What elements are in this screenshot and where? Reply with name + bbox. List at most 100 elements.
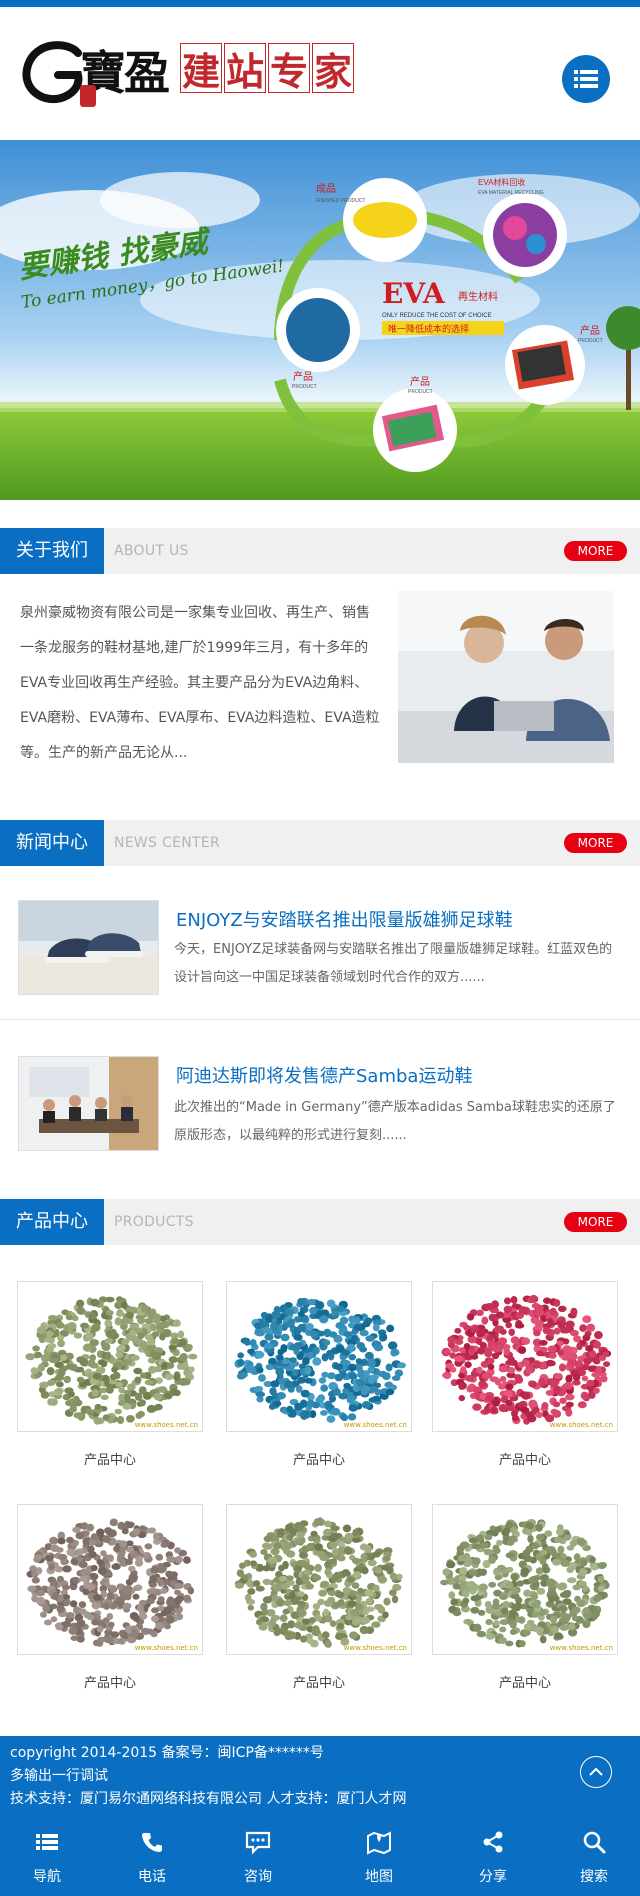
news-title[interactable]: 新闻中心 <box>0 820 104 866</box>
footer-copyright: copyright 2014-2015 备案号：闽ICP备******号 <box>10 1745 324 1761</box>
banner-label: PRODUCT <box>578 338 603 344</box>
products-more-button[interactable]: MORE <box>564 1212 627 1232</box>
logo-seal <box>80 85 96 107</box>
banner-label: EVA MATERIAL RECYCLING <box>478 190 544 196</box>
products-title-en: PRODUCTS <box>114 1214 194 1230</box>
product-card[interactable]: www.shoes.net.cn <box>432 1281 618 1432</box>
banner-eva-tag: 唯一降低成本的选择 <box>388 323 469 334</box>
product-watermark: www.shoes.net.cn <box>549 1644 613 1652</box>
nav-item-map[interactable]: 地图 <box>334 1816 424 1896</box>
about-office-photo[interactable] <box>398 591 614 763</box>
product-label[interactable]: 产品中心 <box>432 1672 618 1691</box>
menu-button[interactable] <box>562 55 610 103</box>
news-section-header: 新闻中心 NEWS CENTER MORE <box>0 820 640 866</box>
banner-label: EVA材料回收 <box>478 177 525 187</box>
site-logo[interactable]: 寶盈 建 站 专 家 <box>18 35 398 111</box>
nav-item-phone[interactable]: 电话 <box>107 1816 197 1896</box>
share-icon <box>483 1831 503 1853</box>
meeting-room-image <box>19 1057 158 1150</box>
banner-label: 产品 <box>293 370 313 383</box>
phone-icon <box>142 1833 162 1852</box>
nav-item-menu[interactable]: 导航 <box>2 1816 92 1896</box>
site-header: 寶盈 建 站 专 家 <box>0 7 640 140</box>
product-watermark: www.shoes.net.cn <box>343 1644 407 1652</box>
about-more-button[interactable]: MORE <box>564 541 627 561</box>
nav-item-search[interactable]: 搜索 <box>549 1816 639 1896</box>
product-watermark: www.shoes.net.cn <box>134 1421 198 1429</box>
pellet-pile-image <box>18 1505 202 1654</box>
logo-slogan-char: 专 <box>268 43 310 94</box>
pellet-pile-image <box>227 1505 411 1654</box>
product-card[interactable]: www.shoes.net.cn <box>17 1504 203 1655</box>
news-thumbnail[interactable] <box>18 1056 159 1151</box>
news-title-en: NEWS CENTER <box>114 835 221 851</box>
product-label[interactable]: 产品中心 <box>17 1449 203 1468</box>
back-to-top-button[interactable] <box>580 1756 612 1788</box>
logo-slogan: 建 站 专 家 <box>180 43 356 94</box>
product-watermark: www.shoes.net.cn <box>549 1421 613 1429</box>
chevron-up-icon <box>589 1767 603 1776</box>
logo-slogan-char: 建 <box>180 43 222 94</box>
news-summary: 今天，ENJOYZ足球装备网与安踏联名推出了限量版雄狮足球鞋。红蓝双色的设计旨向… <box>174 942 613 985</box>
news-item[interactable]: ENJOYZ与安踏联名推出限量版雄狮足球鞋 今天，ENJOYZ足球装备网与安踏联… <box>0 876 640 1032</box>
news-thumbnail[interactable] <box>18 900 159 995</box>
footer-support[interactable]: 技术支持：厦门易尔通网络科技有限公司 人才支持：厦门人才网 <box>10 1788 406 1808</box>
sneakers-image <box>19 901 158 994</box>
pellet-pile-image <box>433 1505 617 1654</box>
nav-label: 地图 <box>365 1869 393 1885</box>
logo-slogan-char: 家 <box>312 43 354 94</box>
news-divider <box>0 1019 640 1020</box>
product-card[interactable]: www.shoes.net.cn <box>226 1504 412 1655</box>
logo-g-mark <box>22 41 83 103</box>
map-icon <box>367 1831 391 1855</box>
banner-label: 产品 <box>580 324 600 337</box>
banner-label: 产品 <box>410 375 430 388</box>
news-more-button[interactable]: MORE <box>564 833 627 853</box>
news-headline[interactable]: 阿迪达斯即将发售德产Samba运动鞋 <box>176 1062 472 1088</box>
product-card[interactable]: www.shoes.net.cn <box>432 1504 618 1655</box>
product-label[interactable]: 产品中心 <box>432 1449 618 1468</box>
banner-label: PRODUCT <box>292 384 317 390</box>
list-menu-icon <box>36 1834 58 1850</box>
search-icon <box>583 1831 606 1854</box>
site-footer: copyright 2014-2015 备案号：闽ICP备******号 多输出… <box>0 1736 640 1816</box>
nav-label: 咨询 <box>244 1869 272 1885</box>
product-card[interactable]: www.shoes.net.cn <box>226 1281 412 1432</box>
news-summary: 此次推出的“Made in Germany”德产版本adidas Samba球鞋… <box>174 1100 616 1143</box>
product-label[interactable]: 产品中心 <box>17 1672 203 1691</box>
nav-label: 搜索 <box>580 1869 608 1885</box>
banner-eva-title: EVA <box>382 277 446 310</box>
pellet-pile-image <box>227 1282 411 1431</box>
product-label[interactable]: 产品中心 <box>226 1449 412 1468</box>
news-item[interactable]: 阿迪达斯即将发售德产Samba运动鞋 此次推出的“Made in Germany… <box>0 1032 640 1188</box>
banner-eva-en: ONLY REDUCE THE COST OF CHOICE <box>382 313 492 319</box>
about-section-header: 关于我们 ABOUT US MORE <box>0 528 640 574</box>
products-section-header: 产品中心 PRODUCTS MORE <box>0 1199 640 1245</box>
bottom-navigation: 导航 电话 咨询 地图 分享 搜索 <box>0 1816 640 1896</box>
banner-label: FINISHED PRODUCT <box>316 198 365 204</box>
banner-label: 成品 <box>316 183 336 195</box>
product-watermark: www.shoes.net.cn <box>134 1644 198 1652</box>
about-title[interactable]: 关于我们 <box>0 528 104 574</box>
top-accent-bar <box>0 0 640 7</box>
logo-slogan-char: 站 <box>224 43 266 94</box>
chat-icon <box>245 1831 271 1855</box>
nav-item-consult[interactable]: 咨询 <box>213 1816 303 1896</box>
nav-item-share[interactable]: 分享 <box>448 1816 538 1896</box>
banner-label: PRODUCT <box>408 389 433 395</box>
office-meeting-image <box>398 591 614 763</box>
about-title-en: ABOUT US <box>114 543 189 559</box>
nav-label: 分享 <box>479 1869 507 1885</box>
product-card[interactable]: www.shoes.net.cn <box>17 1281 203 1432</box>
pellet-pile-image <box>433 1282 617 1431</box>
nav-label: 导航 <box>33 1869 61 1885</box>
banner-artwork: EVA 再生材料 ONLY REDUCE THE COST OF CHOICE … <box>0 140 640 500</box>
list-menu-icon <box>574 70 598 88</box>
news-headline[interactable]: ENJOYZ与安踏联名推出限量版雄狮足球鞋 <box>176 906 513 932</box>
product-label[interactable]: 产品中心 <box>226 1672 412 1691</box>
products-title[interactable]: 产品中心 <box>0 1199 104 1245</box>
nav-label: 电话 <box>138 1869 166 1885</box>
about-description: 泉州豪威物资有限公司是一家集专业回收、再生产、销售一条龙服务的鞋材基地,建厂於1… <box>20 605 380 761</box>
pellet-pile-image <box>18 1282 202 1431</box>
hero-banner[interactable]: EVA 再生材料 ONLY REDUCE THE COST OF CHOICE … <box>0 140 640 500</box>
